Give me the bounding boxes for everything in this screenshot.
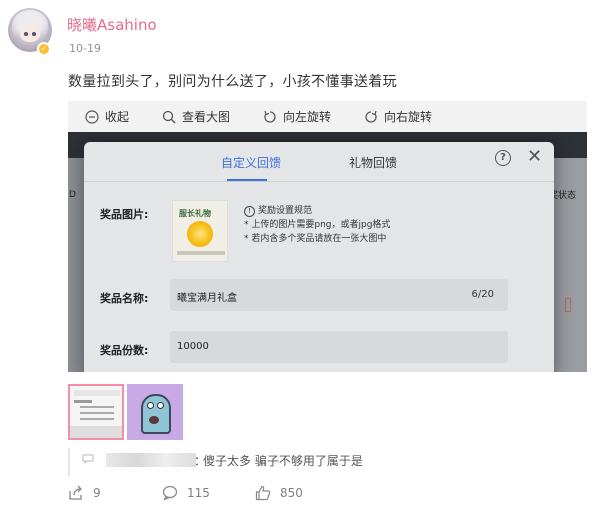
- flower-icon: [187, 221, 213, 247]
- image-toolbar: 收起 查看大图 向左旋转 向右旋转: [68, 101, 587, 132]
- like-button[interactable]: 850: [255, 485, 303, 501]
- prize-name-value: 曦宝满月礼盒: [177, 293, 237, 304]
- collapse-button[interactable]: 收起: [85, 108, 129, 125]
- collapse-label: 收起: [105, 110, 130, 124]
- prize-dialog: 自定义回馈 礼物回馈 ? ✕ 奖品图片: 服长礼物 ! 奖励设置规范 * 上传的图…: [84, 142, 554, 372]
- featured-comment[interactable]: ： 傻子太多 骗子不够用了属于是: [68, 448, 587, 476]
- active-tab-underline: [227, 179, 267, 181]
- prize-qty-value: 10000: [177, 341, 209, 352]
- comment-icon: [162, 485, 178, 501]
- collapse-icon: [85, 109, 99, 124]
- comment-count: 115: [187, 486, 210, 500]
- post-text: 数量拉到头了，别问为什么送了，小孩不懂事送着玩: [68, 74, 397, 90]
- rotate-right-button[interactable]: 向右旋转: [364, 108, 432, 125]
- note-1: * 上传的图片需要png，或者jpg格式: [244, 220, 391, 230]
- action-bar: 9 115 850: [68, 485, 587, 505]
- note-title: 奖励设置规范: [258, 206, 313, 216]
- comment-bubble-icon: [82, 454, 94, 464]
- prize-name-count: 6/20: [471, 289, 494, 300]
- info-icon: !: [244, 205, 255, 217]
- rotate-left-button[interactable]: 向左旋转: [263, 108, 331, 125]
- like-count: 850: [280, 486, 303, 500]
- close-icon: ✕: [527, 146, 543, 167]
- prize-qty-label: 奖品份数:: [100, 344, 149, 357]
- rotate-right-icon: [365, 110, 377, 123]
- prize-image-preview: 服长礼物: [172, 200, 228, 262]
- share-icon: [69, 485, 82, 500]
- rotate-right-label: 向右旋转: [384, 110, 433, 124]
- rotate-left-label: 向左旋转: [283, 110, 332, 124]
- prize-image-caption: 服长礼物: [179, 209, 211, 218]
- blurred-username: [106, 453, 196, 467]
- prize-name-field: 曦宝满月礼盒 6/20: [170, 279, 508, 311]
- view-large-button[interactable]: 查看大图: [162, 108, 230, 125]
- dialog-tabs: 自定义回馈 礼物回馈 ? ✕: [84, 142, 554, 182]
- tab-custom-feedback: 自定义回馈: [221, 156, 282, 170]
- prize-qty-field: 10000: [170, 331, 508, 363]
- prize-notes: ! 奖励设置规范 * 上传的图片需要png，或者jpg格式 * 若内含多个奖品请放…: [244, 204, 390, 246]
- prize-image-label: 奖品图片:: [100, 208, 149, 221]
- share-count: 9: [93, 486, 101, 500]
- username[interactable]: 晓曦Asahino: [67, 14, 157, 35]
- share-button[interactable]: 9: [68, 485, 101, 501]
- prize-name-label: 奖品名称:: [100, 292, 149, 305]
- comment-text: 傻子太多 骗子不够用了属于是: [203, 454, 363, 468]
- view-large-label: 查看大图: [182, 110, 231, 124]
- note-2: * 若内含多个奖品请放在一张大图中: [244, 234, 387, 244]
- comment-button[interactable]: 115: [162, 485, 210, 501]
- rotate-left-icon: [264, 110, 276, 123]
- thumbs-up-icon: [255, 485, 271, 501]
- search-icon: [162, 110, 176, 123]
- help-icon: ?: [495, 150, 511, 166]
- thumbnail-1-selected[interactable]: [68, 384, 124, 440]
- post-date[interactable]: 10-19: [69, 42, 101, 55]
- verified-badge-icon: ✓: [37, 42, 51, 56]
- thumbnail-2[interactable]: [127, 384, 183, 440]
- tab-gift-feedback: 礼物回馈: [349, 156, 398, 170]
- post-photo[interactable]: D 奖状态 自定义回馈 礼物回馈 ? ✕ 奖品图片: 服长礼物 ! 奖励设置规范 …: [68, 132, 587, 372]
